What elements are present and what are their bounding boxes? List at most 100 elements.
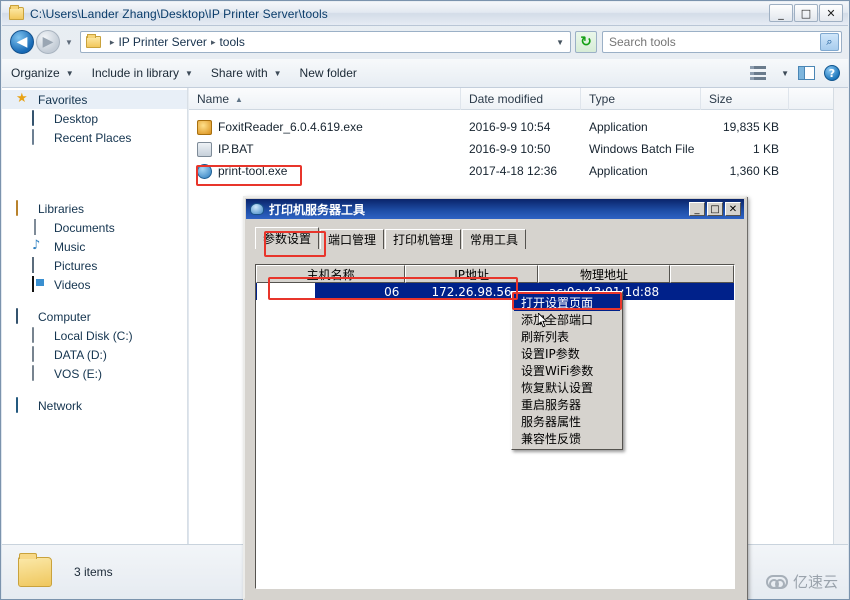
minimize-button[interactable]: _ <box>769 4 793 22</box>
title-bar: C:\Users\Lander Zhang\Desktop\IP Printer… <box>2 2 848 26</box>
search-icon[interactable]: ⌕ <box>820 33 839 51</box>
window-title: C:\Users\Lander Zhang\Desktop\IP Printer… <box>30 6 328 21</box>
list-view-icon[interactable] <box>750 66 767 80</box>
device-column-extra[interactable] <box>670 265 734 283</box>
navigation-pane: ★ Favorites Desktop Recent Places Librar… <box>2 88 188 544</box>
sidebar-item-recent-places[interactable]: Recent Places <box>2 128 187 147</box>
device-column-hostname[interactable]: 主机名称 <box>256 265 406 283</box>
column-header-label: Size <box>709 92 733 106</box>
column-header-name[interactable]: Name ▲ <box>189 88 461 110</box>
file-date-cell: 2016-9-9 10:54 <box>469 120 551 134</box>
printer-server-tool-dialog: 打印机服务器工具 _ □ ✕ 参数设置 端口管理 打印机管理 常用工具 主机名称… <box>243 196 747 600</box>
new-folder-button[interactable]: New folder <box>291 62 366 84</box>
share-with-label: Share with <box>210 66 268 80</box>
address-bar[interactable]: ▸ IP Printer Server ▸ tools ▼ <box>79 31 571 53</box>
sidebar-item-label: Network <box>38 398 83 413</box>
context-menu-item-set-wifi-parameters[interactable]: 设置WiFi参数 <box>514 362 620 379</box>
file-size-cell: 19,835 KB <box>722 120 779 134</box>
sidebar-item-label: Music <box>54 239 86 254</box>
file-name-label: FoxitReader_6.0.4.619.exe <box>218 120 363 134</box>
forward-button[interactable]: ▶ <box>36 30 60 54</box>
file-size-cell: 1 KB <box>752 142 779 156</box>
cloud-icon <box>765 574 788 589</box>
folder-icon <box>9 5 24 20</box>
star-icon: ★ <box>16 91 28 106</box>
maximize-button[interactable]: □ <box>794 4 818 22</box>
tab-port-management[interactable]: 端口管理 <box>320 229 385 249</box>
sidebar-item-data-d[interactable]: DATA (D:) <box>2 345 187 364</box>
share-with-button[interactable]: Share with ▼ <box>202 62 291 84</box>
preview-pane-icon[interactable] <box>798 66 815 80</box>
sidebar-item-local-disk-c[interactable]: Local Disk (C:) <box>2 326 187 345</box>
breadcrumb-ip-printer-server[interactable]: IP Printer Server <box>118 35 206 49</box>
context-menu-item-restart-server[interactable]: 重启服务器 <box>514 396 620 413</box>
context-menu-item-set-ip-parameters[interactable]: 设置IP参数 <box>514 345 620 362</box>
sidebar-item-pictures[interactable]: Pictures <box>2 256 187 275</box>
device-column-mac[interactable]: 物理地址 <box>537 265 671 283</box>
breadcrumb-separator-icon: ▸ <box>109 36 115 47</box>
sidebar-item-network[interactable]: Network <box>2 396 187 415</box>
tab-printer-management[interactable]: 打印机管理 <box>385 229 462 249</box>
file-name-cell[interactable]: FoxitReader_6.0.4.619.exe <box>189 116 461 138</box>
include-in-library-button[interactable]: Include in library ▼ <box>83 62 202 84</box>
help-icon[interactable]: ? <box>824 65 840 81</box>
sidebar-item-label: Favorites <box>38 92 88 107</box>
dialog-tabs: 参数设置 端口管理 打印机管理 常用工具 <box>255 227 745 249</box>
sidebar-item-libraries[interactable]: Libraries <box>2 199 187 218</box>
chevron-down-icon: ▼ <box>65 68 74 78</box>
refresh-button[interactable]: ↻ <box>575 31 597 53</box>
column-header-date-modified[interactable]: Date modified <box>461 88 581 110</box>
sidebar-item-label: Computer <box>38 309 91 324</box>
sidebar-item-videos[interactable]: Videos <box>2 275 187 294</box>
vertical-scrollbar[interactable] <box>833 88 848 544</box>
context-menu-item-restore-defaults[interactable]: 恢复默认设置 <box>514 379 620 396</box>
dialog-minimize-button[interactable]: _ <box>689 202 705 216</box>
back-button[interactable]: ◀ <box>10 30 34 54</box>
sidebar-item-desktop[interactable]: Desktop <box>2 109 187 128</box>
dialog-maximize-button[interactable]: □ <box>707 202 723 216</box>
search-box[interactable]: ⌕ <box>602 31 842 53</box>
table-row[interactable]: print-tool.exe 2017-4-18 12:36 Applicati… <box>189 160 848 182</box>
sidebar-item-computer[interactable]: Computer <box>2 307 187 326</box>
address-dropdown-icon[interactable]: ▼ <box>556 38 564 47</box>
column-headers: Name ▲ Date modified Type Size <box>189 88 848 110</box>
sidebar-item-documents[interactable]: Documents <box>2 218 187 237</box>
sidebar-item-vos-e[interactable]: VOS (E:) <box>2 364 187 383</box>
chevron-down-icon[interactable]: ▼ <box>781 69 789 78</box>
file-type-cell: Windows Batch File <box>589 142 695 156</box>
column-header-type[interactable]: Type <box>581 88 701 110</box>
breadcrumb-tools[interactable]: tools <box>219 35 244 49</box>
device-column-ip[interactable]: IP地址 <box>405 265 538 283</box>
file-name-label: print-tool.exe <box>218 164 288 178</box>
organize-button[interactable]: Organize ▼ <box>2 62 83 84</box>
command-bar: Organize ▼ Include in library ▼ Share wi… <box>2 59 848 88</box>
file-name-cell[interactable]: IP.BAT <box>189 138 461 160</box>
context-menu-item-add-all-ports[interactable]: 添加全部端口 <box>514 311 620 328</box>
search-input[interactable] <box>607 34 812 50</box>
file-name-cell[interactable]: print-tool.exe <box>189 160 461 182</box>
sidebar-item-music[interactable]: ♪ Music <box>2 237 187 256</box>
tab-parameter-settings[interactable]: 参数设置 <box>255 227 320 249</box>
close-button[interactable]: ✕ <box>819 4 843 22</box>
recent-pages-dropdown-icon[interactable]: ▼ <box>65 38 73 47</box>
dialog-close-button[interactable]: ✕ <box>725 202 741 216</box>
hard-disk-icon <box>32 327 48 343</box>
sidebar-item-favorites[interactable]: ★ Favorites <box>2 90 187 109</box>
recent-places-icon <box>32 129 48 145</box>
libraries-icon <box>16 200 32 216</box>
table-row[interactable]: IP.BAT 2016-9-9 10:50 Windows Batch File… <box>189 138 848 160</box>
redaction-overlay <box>257 283 315 305</box>
table-row[interactable]: FoxitReader_6.0.4.619.exe 2016-9-9 10:54… <box>189 116 848 138</box>
context-menu-item-server-properties[interactable]: 服务器属性 <box>514 413 620 430</box>
include-in-library-label: Include in library <box>91 66 179 80</box>
context-menu-item-open-settings-page[interactable]: 打开设置页面 <box>514 294 620 311</box>
context-menu-item-compatibility-feedback[interactable]: 兼容性反馈 <box>514 430 620 447</box>
tab-common-tools[interactable]: 常用工具 <box>462 229 527 249</box>
column-header-size[interactable]: Size <box>701 88 789 110</box>
context-menu-item-refresh-list[interactable]: 刷新列表 <box>514 328 620 345</box>
device-row[interactable]: 06 172.26.98.56 ac:0e:43:91:1d:88 <box>256 283 734 300</box>
foxit-reader-icon <box>197 119 212 135</box>
